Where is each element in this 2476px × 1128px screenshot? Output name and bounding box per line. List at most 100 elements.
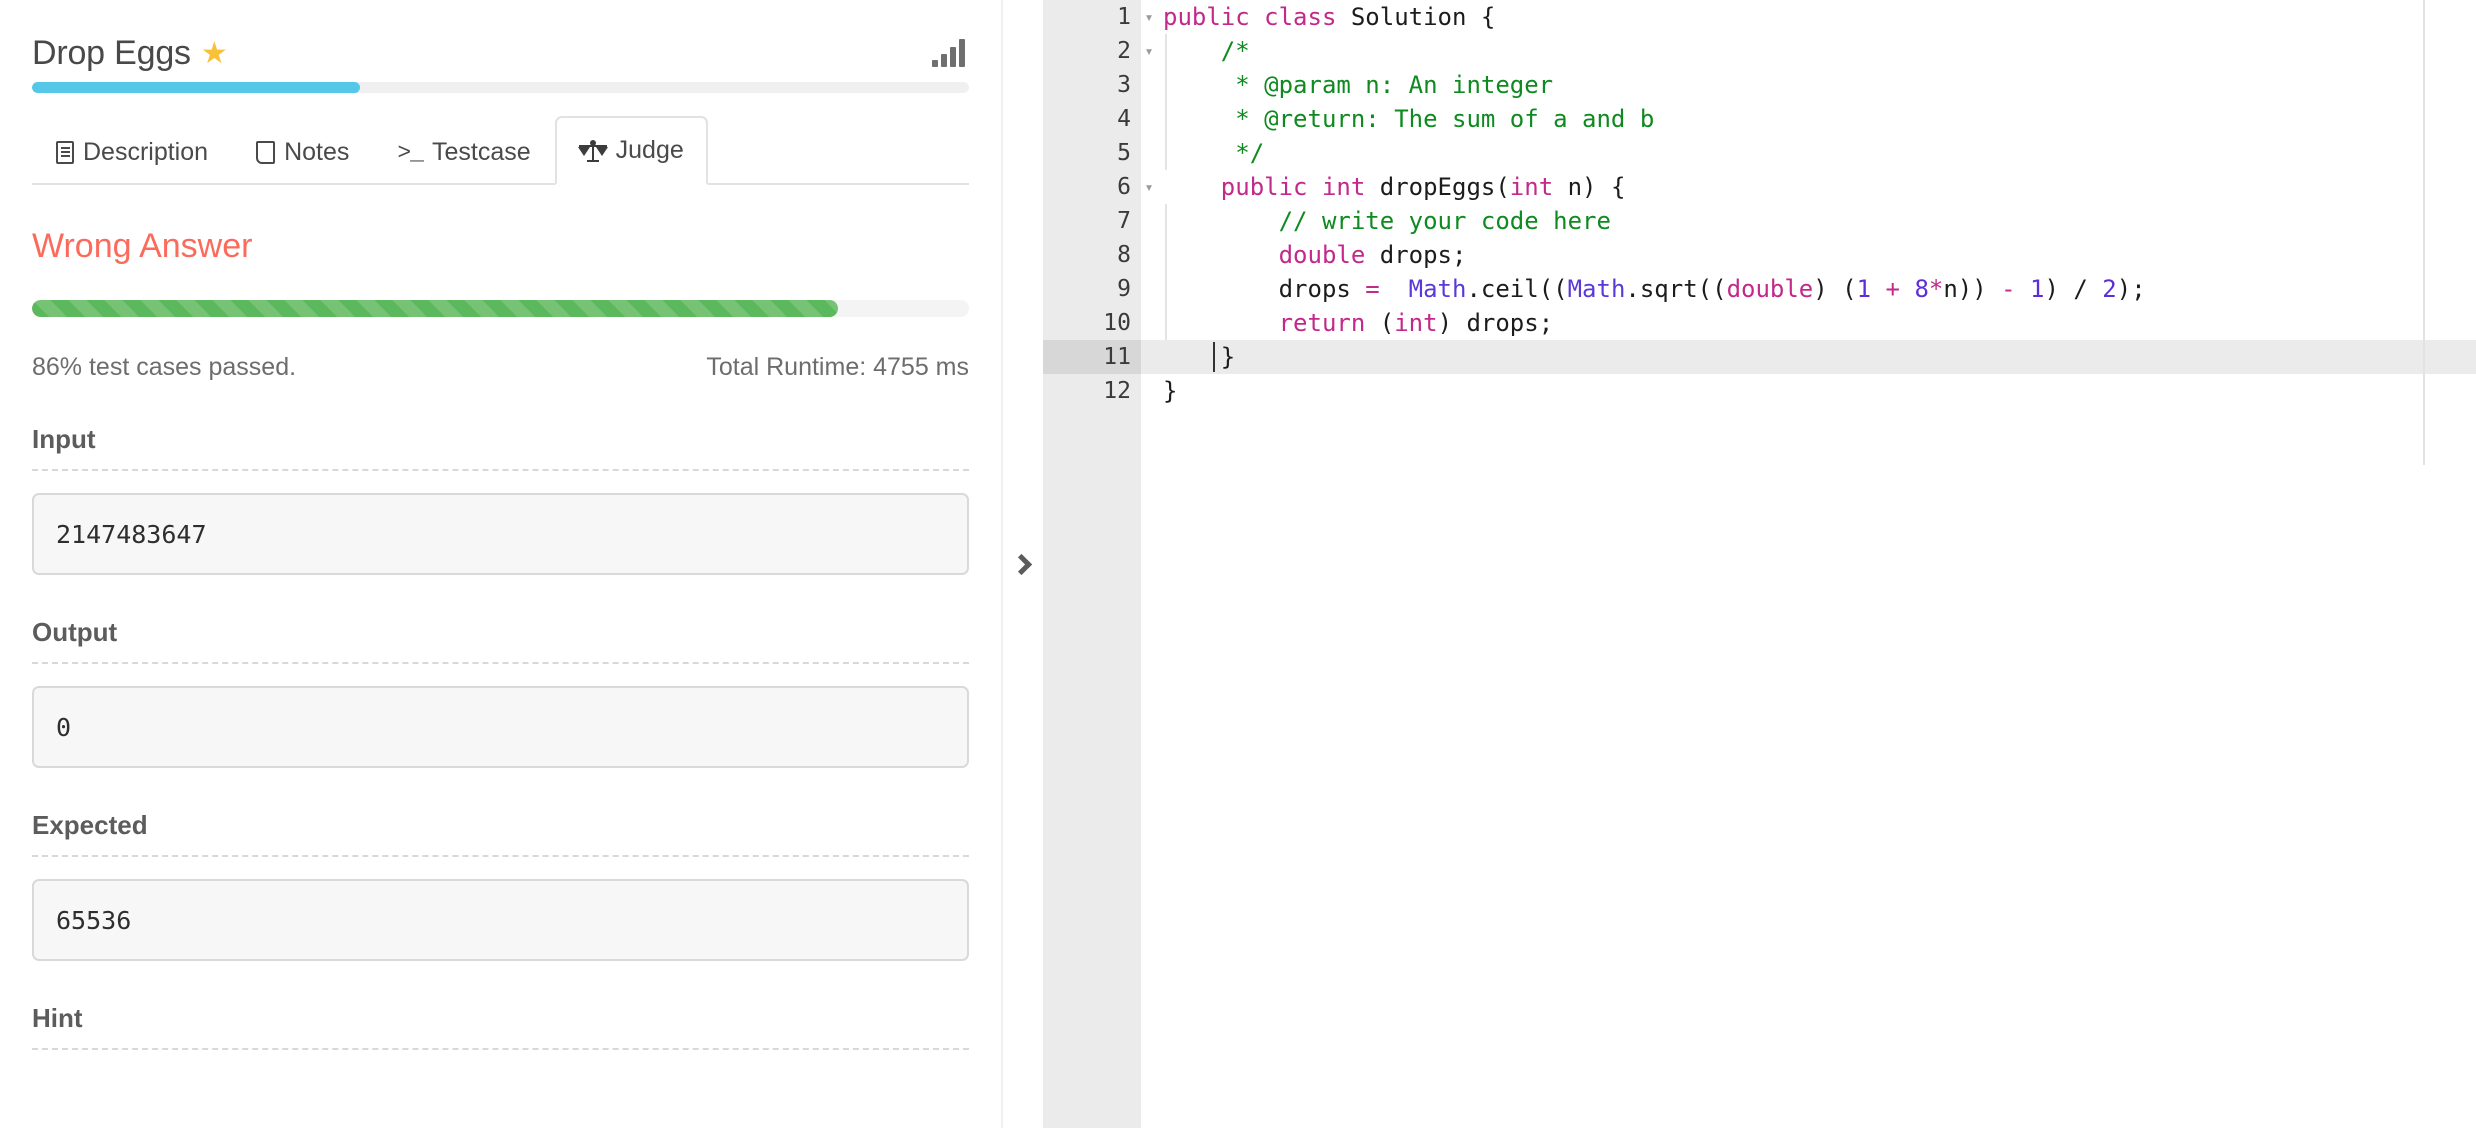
code-token: int xyxy=(1509,173,1554,201)
code-token: .sqrt(( xyxy=(1625,275,1727,303)
code-text: double drops; xyxy=(1141,238,2476,272)
code-text: } xyxy=(1141,374,2476,408)
line-number: 1 ▾ xyxy=(1043,0,1154,34)
code-token: 1 xyxy=(1856,275,1872,303)
line-number: 2 ▾ xyxy=(1043,34,1154,68)
code-line[interactable]: 4 * @return: The sum of a and b xyxy=(1043,102,2476,136)
code-line[interactable]: 8 double drops; xyxy=(1043,238,2476,272)
note-icon xyxy=(256,141,276,164)
line-number: 5 xyxy=(1043,136,1141,170)
code-token: ); xyxy=(2116,275,2146,303)
indent-guide xyxy=(1165,34,1167,170)
tab-label: Testcase xyxy=(431,138,531,166)
code-token: } xyxy=(1163,377,1178,405)
code-token: double xyxy=(1278,241,1366,269)
code-lines[interactable]: 1 ▾ public class Solution {2 ▾ /* 3 * @param… xyxy=(1043,0,2476,408)
code-text: * @return: The sum of a and b xyxy=(1141,102,2476,136)
problem-title-group: Drop Eggs ★ xyxy=(32,34,228,73)
output-label: Output xyxy=(32,617,118,647)
tab-label: Notes xyxy=(284,138,350,166)
cases-passed-text: 86% test cases passed. xyxy=(32,353,297,381)
judge-page: Drop Eggs ★ Description Notes >_ Testcas… xyxy=(0,0,2476,1128)
code-token: + xyxy=(1885,275,1900,303)
page-title: Drop Eggs xyxy=(32,33,191,72)
problem-progress-fill xyxy=(32,82,360,93)
code-text: public class Solution { xyxy=(1141,0,2476,34)
code-token: * xyxy=(1928,275,1944,303)
print-margin-ruler xyxy=(2423,0,2425,465)
code-line[interactable]: 6 ▾ public int dropEggs(int n) { xyxy=(1043,170,2476,204)
output-section: Output 0 xyxy=(32,617,969,768)
document-icon xyxy=(56,141,74,164)
input-label: Input xyxy=(32,424,96,454)
problem-progress-bar xyxy=(32,82,969,93)
terminal-icon: >_ xyxy=(397,139,424,166)
tab-description[interactable]: Description xyxy=(32,124,232,185)
code-token: n)) xyxy=(1943,275,2002,303)
code-token: int xyxy=(1394,309,1438,337)
code-token: public int xyxy=(1220,173,1380,201)
code-text: public int dropEggs(int n) { xyxy=(1141,170,2476,204)
problem-header: Drop Eggs ★ xyxy=(32,0,969,72)
code-line[interactable]: 10 return (int) drops; xyxy=(1043,306,2476,340)
code-token: } xyxy=(1163,343,1236,371)
panel-divider[interactable] xyxy=(1003,0,1043,1128)
code-line[interactable]: 5 */ xyxy=(1043,136,2476,170)
signal-bars-icon[interactable] xyxy=(932,39,969,67)
tab-bar: Description Notes >_ Testcase Judge xyxy=(32,116,969,185)
expected-label: Expected xyxy=(32,810,148,840)
code-line[interactable]: 2 ▾ /* xyxy=(1043,34,2476,68)
tab-testcase[interactable]: >_ Testcase xyxy=(373,124,554,185)
text-caret xyxy=(1213,342,1215,372)
code-token: ) / xyxy=(2044,275,2103,303)
code-text: } xyxy=(1141,340,2476,374)
code-line[interactable]: 12} xyxy=(1043,374,2476,408)
line-number: 7 xyxy=(1043,204,1141,238)
code-line[interactable]: 11 } xyxy=(1043,340,2476,374)
code-text: /* xyxy=(1141,34,2476,68)
code-token: Solution { xyxy=(1350,3,1496,31)
code-line[interactable]: 3 * @param n: An integer xyxy=(1043,68,2476,102)
code-token: ) ( xyxy=(1813,275,1857,303)
code-token: drops xyxy=(1163,275,1366,303)
code-token: 8 xyxy=(1914,275,1929,303)
code-text: return (int) drops; xyxy=(1141,306,2476,340)
star-icon[interactable]: ★ xyxy=(201,39,228,69)
code-text: */ xyxy=(1141,136,2476,170)
scales-icon xyxy=(577,139,608,162)
code-text: drops = Math.ceil((Math.sqrt((double) (1… xyxy=(1141,272,2476,306)
code-token: ) drops; xyxy=(1437,309,1554,337)
code-text: * @param n: An integer xyxy=(1141,68,2476,102)
code-token: = xyxy=(1365,275,1380,303)
output-value: 0 xyxy=(32,686,969,768)
tab-notes[interactable]: Notes xyxy=(232,124,373,185)
tab-label: Description xyxy=(83,138,209,166)
testcase-progress-bar xyxy=(32,300,969,317)
judge-stats: 86% test cases passed. Total Runtime: 47… xyxy=(32,353,969,382)
code-text: // write your code here xyxy=(1141,204,2476,238)
tab-judge[interactable]: Judge xyxy=(554,116,708,185)
divider-line xyxy=(32,855,969,857)
problem-panel: Drop Eggs ★ Description Notes >_ Testcas… xyxy=(0,0,1003,1128)
divider-line xyxy=(32,469,969,471)
testcase-progress-fill xyxy=(32,300,838,317)
code-line[interactable]: 7 // write your code here xyxy=(1043,204,2476,238)
code-line[interactable]: 1 ▾ public class Solution { xyxy=(1043,0,2476,34)
code-token: - xyxy=(2001,275,2016,303)
line-number: 8 xyxy=(1043,238,1141,272)
code-editor[interactable]: 1 ▾ public class Solution {2 ▾ /* 3 * @param… xyxy=(1043,0,2476,1128)
code-line[interactable]: 9 drops = Math.ceil((Math.sqrt((double) … xyxy=(1043,272,2476,306)
indent-guide xyxy=(1165,204,1167,340)
code-token: */ xyxy=(1235,139,1265,167)
line-number: 4 xyxy=(1043,102,1141,136)
code-token: return xyxy=(1278,309,1366,337)
chevron-right-icon[interactable] xyxy=(1010,553,1032,575)
code-token: dropEggs( xyxy=(1379,173,1510,201)
